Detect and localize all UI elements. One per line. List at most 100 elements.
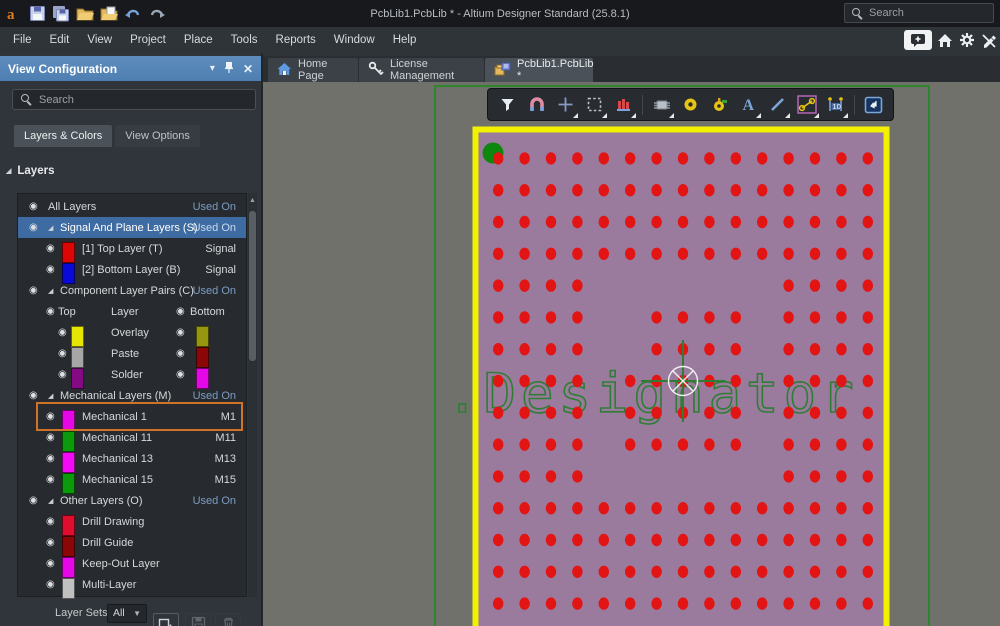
dropdown-triangle-icon[interactable] (785, 113, 790, 118)
pad[interactable] (678, 438, 688, 450)
pad[interactable] (704, 152, 714, 164)
pad[interactable] (863, 438, 873, 450)
visibility-eye-icon[interactable]: ◉ (46, 574, 55, 595)
pad[interactable] (546, 534, 556, 546)
dimension-tool-icon[interactable] (793, 91, 820, 118)
pad[interactable] (783, 566, 793, 578)
pad[interactable] (810, 152, 820, 164)
doc-tab-1[interactable]: License Management (359, 58, 484, 82)
visibility-eye-icon[interactable]: ◉ (46, 448, 55, 469)
home-icon[interactable] (936, 30, 954, 50)
pad-tool-icon[interactable] (677, 91, 704, 118)
pad[interactable] (863, 597, 873, 609)
menu-edit[interactable]: Edit (41, 27, 79, 53)
visibility-eye-icon[interactable]: ◉ (176, 343, 185, 364)
pad[interactable] (863, 216, 873, 228)
layer-group-row[interactable]: ◉ All LayersUsed On (18, 196, 246, 217)
layer-row[interactable]: ◉ Drill Drawing (18, 511, 246, 532)
pad[interactable] (572, 184, 582, 196)
pad[interactable] (678, 566, 688, 578)
pad[interactable] (493, 184, 503, 196)
pad[interactable] (625, 184, 635, 196)
pad[interactable] (625, 502, 635, 514)
tab-view-options[interactable]: View Options (115, 125, 200, 147)
pad[interactable] (810, 216, 820, 228)
panel-scrollbar[interactable]: ▲ (248, 193, 257, 597)
pad[interactable] (678, 216, 688, 228)
pad[interactable] (572, 311, 582, 323)
visibility-eye-icon[interactable]: ◉ (58, 364, 67, 385)
pad[interactable] (546, 216, 556, 228)
layer-pair-row[interactable]: ◉ Solder ◉ (18, 364, 246, 385)
dropdown-triangle-icon[interactable] (756, 113, 761, 118)
pad[interactable] (836, 248, 846, 260)
pad[interactable] (546, 311, 556, 323)
pad[interactable] (572, 534, 582, 546)
menu-window[interactable]: Window (325, 27, 384, 53)
save-all-icon[interactable] (50, 3, 72, 25)
pad[interactable] (810, 184, 820, 196)
pad[interactable] (731, 375, 741, 387)
menu-view[interactable]: View (78, 27, 121, 53)
expand-triangle-icon[interactable]: ◢ (48, 280, 53, 301)
pad[interactable] (625, 534, 635, 546)
via-tool-icon[interactable] (706, 91, 733, 118)
visibility-eye-icon[interactable]: ◉ (58, 343, 67, 364)
pad[interactable] (493, 375, 503, 387)
pad[interactable] (599, 566, 609, 578)
pad[interactable] (651, 438, 661, 450)
pad[interactable] (572, 248, 582, 260)
pad[interactable] (599, 534, 609, 546)
pad[interactable] (493, 566, 503, 578)
pad[interactable] (704, 566, 714, 578)
pad[interactable] (731, 248, 741, 260)
pad[interactable] (783, 311, 793, 323)
layers-section-header[interactable]: ◢ Layers (6, 165, 54, 177)
pad[interactable] (731, 438, 741, 450)
measure-tool-icon[interactable]: 10 (822, 91, 849, 118)
pad[interactable] (519, 407, 529, 419)
doc-tab-0[interactable]: Home Page (268, 58, 358, 82)
pad[interactable] (678, 311, 688, 323)
pad[interactable] (836, 502, 846, 514)
pad[interactable] (731, 184, 741, 196)
doc-tab-2[interactable]: PcbLib1.PcbLib * (485, 58, 593, 82)
visibility-eye-icon[interactable]: ◉ (58, 322, 67, 343)
open-icon[interactable] (74, 3, 96, 25)
visibility-eye-icon[interactable]: ◉ (46, 553, 55, 574)
layer-row[interactable]: ◉ [1] Top Layer (T)Signal (18, 238, 246, 259)
expand-triangle-icon[interactable]: ◢ (48, 217, 53, 238)
snap-magnet-tool-icon[interactable] (523, 91, 550, 118)
pad[interactable] (783, 534, 793, 546)
visibility-eye-icon[interactable]: ◉ (46, 532, 55, 553)
pad[interactable] (519, 597, 529, 609)
pad[interactable] (757, 216, 767, 228)
pad[interactable] (519, 184, 529, 196)
pcb-canvas-area[interactable]: .Designator A (263, 82, 1000, 626)
pad[interactable] (810, 534, 820, 546)
layer-kind-label[interactable]: Used On (156, 490, 236, 511)
pad[interactable] (651, 216, 661, 228)
pad[interactable] (572, 279, 582, 291)
pad[interactable] (546, 438, 556, 450)
pad[interactable] (625, 566, 635, 578)
pad[interactable] (572, 566, 582, 578)
pad[interactable] (810, 375, 820, 387)
pad[interactable] (757, 566, 767, 578)
pad[interactable] (783, 216, 793, 228)
pad[interactable] (625, 438, 635, 450)
pad[interactable] (783, 407, 793, 419)
pad[interactable] (783, 375, 793, 387)
pad[interactable] (546, 184, 556, 196)
panel-search-input[interactable]: Search (12, 89, 256, 110)
pad[interactable] (651, 184, 661, 196)
layer-row[interactable]: ◉ Mechanical 13M13 (18, 448, 246, 469)
pad[interactable] (678, 534, 688, 546)
menu-project[interactable]: Project (121, 27, 175, 53)
layer-group-row[interactable]: ◉ ◢ Component Layer Pairs (C)Used On (18, 280, 246, 301)
dropdown-triangle-icon[interactable] (669, 113, 674, 118)
altium-logo-icon[interactable]: a (2, 3, 24, 25)
pad[interactable] (651, 343, 661, 355)
pad[interactable] (572, 438, 582, 450)
pad[interactable] (572, 216, 582, 228)
